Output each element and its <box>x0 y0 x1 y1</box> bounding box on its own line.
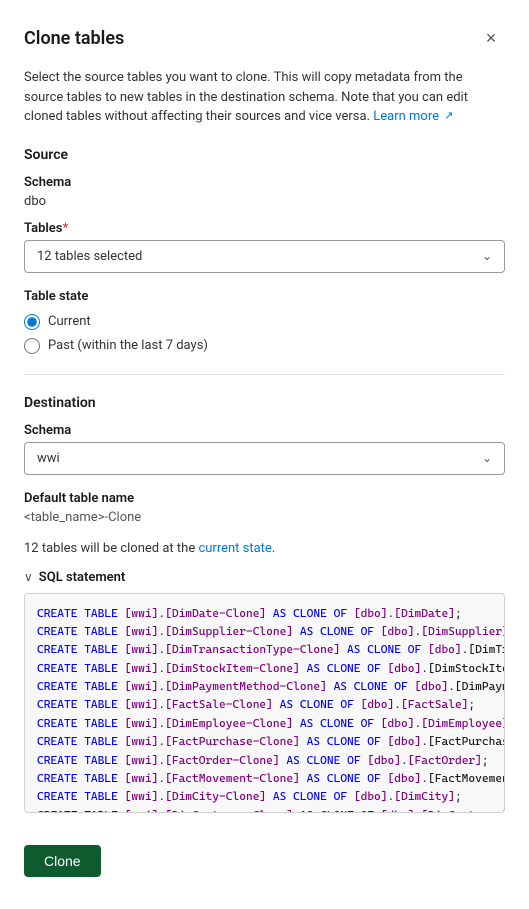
radio-past-input[interactable] <box>24 338 40 354</box>
clone-info: 12 tables will be cloned at the current … <box>24 541 505 556</box>
schema-label: Schema <box>24 175 505 190</box>
tables-dropdown[interactable]: 12 tables selected ⌄ <box>24 240 505 273</box>
radio-past-option[interactable]: Past (within the last 7 days) <box>24 338 505 354</box>
sql-scroll-area[interactable]: CREATE TABLE [wwi].[DimDate-Clone] AS CL… <box>25 594 504 813</box>
default-name-section: Default table name <table_name>-Clone <box>24 491 505 525</box>
external-link-icon: ↗ <box>444 108 453 125</box>
default-name-value: <table_name>-Clone <box>24 510 505 525</box>
tables-label: Tables* <box>24 221 505 236</box>
learn-more-link[interactable]: Learn more ↗ <box>373 109 453 124</box>
schema-value: dbo <box>24 194 505 209</box>
dest-schema-value: wwi <box>37 451 60 466</box>
destination-section: Destination Schema wwi ⌄ Default table n… <box>24 395 505 525</box>
destination-section-title: Destination <box>24 395 505 411</box>
table-state-section: Table state Current Past (within the las… <box>24 289 505 354</box>
sql-section: ∨ SQL statement CREATE TABLE [wwi].[DimD… <box>24 570 505 813</box>
source-section-title: Source <box>24 147 505 163</box>
chevron-down-icon: ⌄ <box>482 249 492 263</box>
description-text: Select the source tables you want to clo… <box>24 68 505 127</box>
dialog-title: Clone tables <box>24 28 124 49</box>
dialog-header: Clone tables × <box>24 24 505 52</box>
clone-button[interactable]: Clone <box>24 845 101 877</box>
sql-code-block: CREATE TABLE [wwi].[DimDate-Clone] AS CL… <box>37 604 492 813</box>
sql-toggle-chevron-icon: ∨ <box>24 570 33 584</box>
default-name-label: Default table name <box>24 491 505 506</box>
radio-current-option[interactable]: Current <box>24 314 505 330</box>
tables-dropdown-text: 12 tables selected <box>37 249 142 264</box>
dest-schema-label: Schema <box>24 423 505 438</box>
required-star: * <box>62 221 68 236</box>
radio-current-label: Current <box>48 314 91 329</box>
radio-group: Current Past (within the last 7 days) <box>24 314 505 354</box>
radio-current-input[interactable] <box>24 314 40 330</box>
dest-chevron-down-icon: ⌄ <box>482 451 492 465</box>
sql-toggle-label: SQL statement <box>39 570 125 585</box>
clone-info-highlight: current state <box>198 541 271 556</box>
dest-schema-dropdown[interactable]: wwi ⌄ <box>24 442 505 475</box>
radio-past-label: Past (within the last 7 days) <box>48 338 208 353</box>
table-state-label: Table state <box>24 289 505 304</box>
close-button[interactable]: × <box>477 24 505 52</box>
section-divider <box>24 374 505 375</box>
sql-toggle[interactable]: ∨ SQL statement <box>24 570 505 585</box>
sql-code-container: CREATE TABLE [wwi].[DimDate-Clone] AS CL… <box>24 593 505 813</box>
clone-tables-dialog: Clone tables × Select the source tables … <box>0 0 529 909</box>
